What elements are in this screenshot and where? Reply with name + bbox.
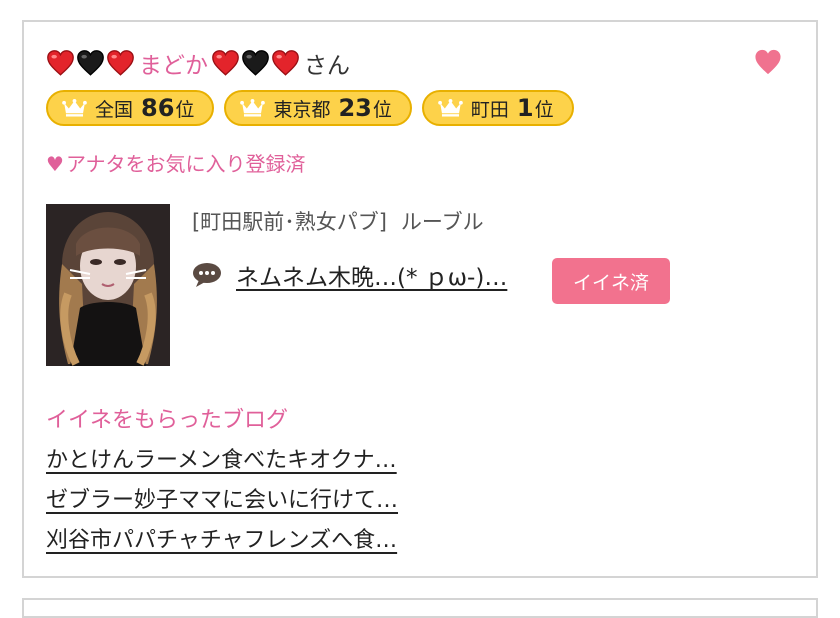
rank-badge-tokyo[interactable]: 東京都 23 位 (224, 90, 412, 126)
crown-icon (62, 99, 87, 117)
liked-blogs-heading: イイネをもらったブログ (46, 408, 289, 433)
list-item: 刈谷市パパチャチャフレンズへ食… (46, 522, 398, 562)
rank-suffix: 位 (372, 98, 392, 121)
shop-info: [町田駅前･熟女パブ] ルーブル (192, 206, 484, 236)
rank-area: 町田 (470, 98, 509, 121)
rank-badge-machida[interactable]: 町田 1 位 (421, 90, 574, 126)
rank-number: 86 (141, 94, 175, 122)
profile-photo-image (46, 204, 170, 366)
black-heart-icon (76, 49, 105, 77)
rank-number: 23 (338, 94, 372, 122)
heart-decoration-right (211, 49, 301, 77)
rank-area: 東京都 (273, 98, 331, 121)
next-card-edge (22, 598, 818, 618)
list-item: ゼブラー妙子ママに会いに行けて… (46, 482, 398, 522)
speech-bubble-icon (192, 262, 222, 288)
red-heart-icon (211, 49, 240, 77)
rank-area: 全国 (95, 98, 134, 121)
liked-blogs-list: かとけんラーメン食べたキオクナ… ゼブラー妙子ママに会いに行けて… 刈谷市パパチ… (46, 442, 398, 562)
shop-name[interactable]: ルーブル (401, 210, 484, 234)
latest-post: ネムネム木晩…(* ｐω-)… (192, 258, 507, 292)
cast-photo[interactable] (46, 204, 170, 366)
shop-area-type: [町田駅前･熟女パブ] (192, 210, 387, 234)
favorite-heart-button[interactable] (754, 49, 782, 75)
ranking-badges: 全国 86 位 東京都 23 位 町田 1 位 (46, 90, 574, 126)
small-heart-icon: ♥ (46, 152, 64, 176)
rank-suffix: 位 (175, 98, 195, 121)
blog-link[interactable]: かとけんラーメン食べたキオクナ… (46, 448, 397, 473)
red-heart-icon (106, 49, 135, 77)
black-heart-icon (241, 49, 270, 77)
list-item: かとけんラーメン食べたキオクナ… (46, 442, 398, 482)
heart-icon (755, 49, 781, 75)
red-heart-icon (46, 49, 75, 77)
cast-name-row: まどか さん (46, 44, 350, 82)
name-suffix: さん (304, 53, 350, 79)
rank-number: 1 (516, 94, 534, 122)
liked-button[interactable]: イイネ済 (552, 258, 670, 304)
blog-link[interactable]: ゼブラー妙子ママに会いに行けて… (46, 488, 398, 513)
rank-suffix: 位 (534, 98, 554, 121)
favorite-status-text: アナタをお気に入り登録済 (65, 152, 306, 176)
heart-decoration-left (46, 49, 136, 77)
favorite-status: ♥ アナタをお気に入り登録済 (46, 148, 306, 177)
crown-icon (240, 99, 266, 117)
crown-icon (438, 99, 463, 117)
latest-post-link[interactable]: ネムネム木晩…(* ｐω-)… (236, 258, 507, 292)
red-heart-icon (271, 49, 300, 77)
cast-card: まどか さん 全国 86 位 東京都 23 位 町田 1 位 ♥ アナタをお気に… (22, 20, 818, 578)
cast-name: まどか (139, 53, 208, 79)
blog-link[interactable]: 刈谷市パパチャチャフレンズへ食… (46, 528, 397, 553)
rank-badge-national[interactable]: 全国 86 位 (46, 90, 215, 126)
